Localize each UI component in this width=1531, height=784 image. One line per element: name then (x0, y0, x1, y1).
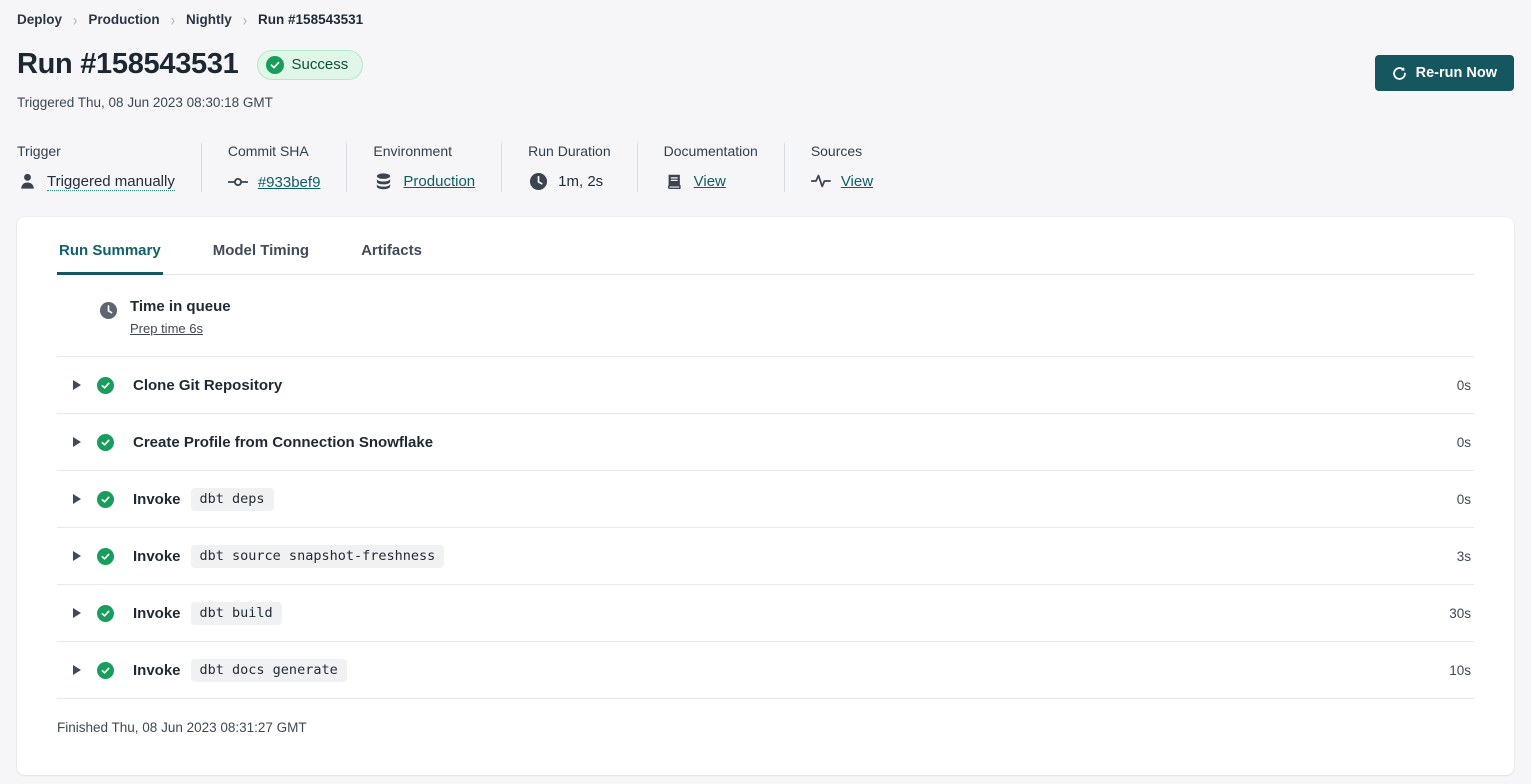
status-badge-label: Success (292, 56, 349, 73)
time-in-queue-row: Time in queue Prep time 6s (57, 275, 1474, 357)
metadata-label: Commit SHA (228, 143, 321, 159)
time-in-queue-title: Time in queue (130, 298, 231, 315)
tab-bar: Run Summary Model Timing Artifacts (57, 217, 1474, 275)
step-command: dbt build (191, 602, 282, 625)
page-title: Run #158543531 (17, 48, 239, 81)
step-duration: 0s (1457, 435, 1474, 450)
step-success-icon (97, 548, 114, 565)
metadata-item: Sources View (785, 143, 899, 192)
expand-caret-icon[interactable] (73, 380, 81, 390)
metadata-label: Sources (811, 143, 873, 159)
step-name: Invoke (133, 548, 181, 565)
metadata-item: Commit SHA #933bef9 (202, 143, 348, 192)
step-success-icon (97, 491, 114, 508)
expand-caret-icon[interactable] (73, 665, 81, 675)
step-name: Invoke (133, 491, 181, 508)
step-duration: 10s (1449, 663, 1474, 678)
step-duration: 3s (1457, 549, 1474, 564)
user-icon (17, 172, 37, 191)
status-badge: Success (257, 50, 364, 80)
step-success-icon (97, 605, 114, 622)
step-row: Clone Git Repository 0s (57, 357, 1474, 414)
step-success-icon (97, 434, 114, 451)
step-success-icon (97, 377, 114, 394)
run-metadata-row: Trigger Triggered manually Commit SHA #9… (17, 143, 1514, 192)
queue-clock-icon (99, 301, 118, 320)
expand-caret-icon[interactable] (73, 551, 81, 561)
tab-artifacts[interactable]: Artifacts (359, 242, 424, 274)
step-command: dbt source snapshot-freshness (191, 545, 445, 568)
step-name: Clone Git Repository (133, 377, 282, 394)
step-row: Invoke dbt deps 0s (57, 471, 1474, 528)
rerun-now-button[interactable]: Re-run Now (1375, 55, 1514, 91)
metadata-item: Run Duration 1m, 2s (502, 143, 638, 192)
breadcrumb-separator-icon: › (243, 9, 247, 29)
commit-icon (228, 172, 248, 192)
breadcrumb-link[interactable]: Nightly (186, 12, 232, 27)
tab-model-timing[interactable]: Model Timing (211, 242, 311, 274)
metadata-item: Documentation View (638, 143, 785, 192)
book-icon (664, 172, 684, 191)
metadata-item: Trigger Triggered manually (17, 143, 202, 192)
breadcrumb-link[interactable]: Deploy (17, 12, 62, 27)
database-icon (373, 172, 393, 191)
steps-list: Clone Git Repository 0s Create Profile f… (57, 357, 1474, 699)
expand-caret-icon[interactable] (73, 437, 81, 447)
step-duration: 0s (1457, 378, 1474, 393)
run-summary-card: Run Summary Model Timing Artifacts Time in… (17, 217, 1514, 775)
step-row: Invoke dbt source snapshot-freshness 3s (57, 528, 1474, 585)
refresh-icon (1392, 66, 1407, 81)
success-check-icon (266, 56, 284, 74)
step-row: Create Profile from Connection Snowflake… (57, 414, 1474, 471)
triggered-timestamp: Triggered Thu, 08 Jun 2023 08:30:18 GMT (17, 95, 363, 110)
metadata-item: Environment Production (347, 143, 502, 192)
metadata-value: 1m, 2s (558, 173, 603, 190)
breadcrumb-separator-icon: › (73, 9, 77, 29)
finished-timestamp: Finished Thu, 08 Jun 2023 08:31:27 GMT (57, 699, 1474, 756)
breadcrumb-link[interactable]: Production (88, 12, 159, 27)
step-row: Invoke dbt docs generate 10s (57, 642, 1474, 699)
prep-time-link[interactable]: Prep time 6s (130, 321, 203, 336)
step-success-icon (97, 662, 114, 679)
step-command: dbt deps (191, 488, 274, 511)
step-row: Invoke dbt build 30s (57, 585, 1474, 642)
metadata-value[interactable]: View (694, 173, 726, 190)
pulse-icon (811, 172, 831, 190)
page-header: Run #158543531 Success Triggered Thu, 08… (17, 48, 1514, 110)
clock-icon (528, 172, 548, 191)
metadata-value[interactable]: Production (403, 173, 475, 190)
run-detail-page: Deploy›Production›Nightly›Run #158543531… (0, 0, 1531, 775)
step-name: Invoke (133, 662, 181, 679)
metadata-value[interactable]: #933bef9 (258, 174, 321, 191)
expand-caret-icon[interactable] (73, 608, 81, 618)
metadata-label: Trigger (17, 143, 175, 159)
breadcrumb-current: Run #158543531 (258, 12, 363, 27)
step-name: Create Profile from Connection Snowflake (133, 434, 433, 451)
step-name: Invoke (133, 605, 181, 622)
metadata-value[interactable]: View (841, 173, 873, 190)
breadcrumb: Deploy › Production › Nightly › Run #158543531 (17, 10, 1514, 28)
rerun-now-label: Re-run Now (1416, 65, 1497, 81)
step-duration: 30s (1449, 606, 1474, 621)
metadata-label: Environment (373, 143, 475, 159)
metadata-label: Documentation (664, 143, 758, 159)
step-command: dbt docs generate (191, 659, 347, 682)
breadcrumb-separator-icon: › (171, 9, 175, 29)
metadata-label: Run Duration (528, 143, 611, 159)
step-duration: 0s (1457, 492, 1474, 507)
tab-run-summary[interactable]: Run Summary (57, 242, 163, 274)
metadata-value[interactable]: Triggered manually (47, 173, 175, 191)
expand-caret-icon[interactable] (73, 494, 81, 504)
